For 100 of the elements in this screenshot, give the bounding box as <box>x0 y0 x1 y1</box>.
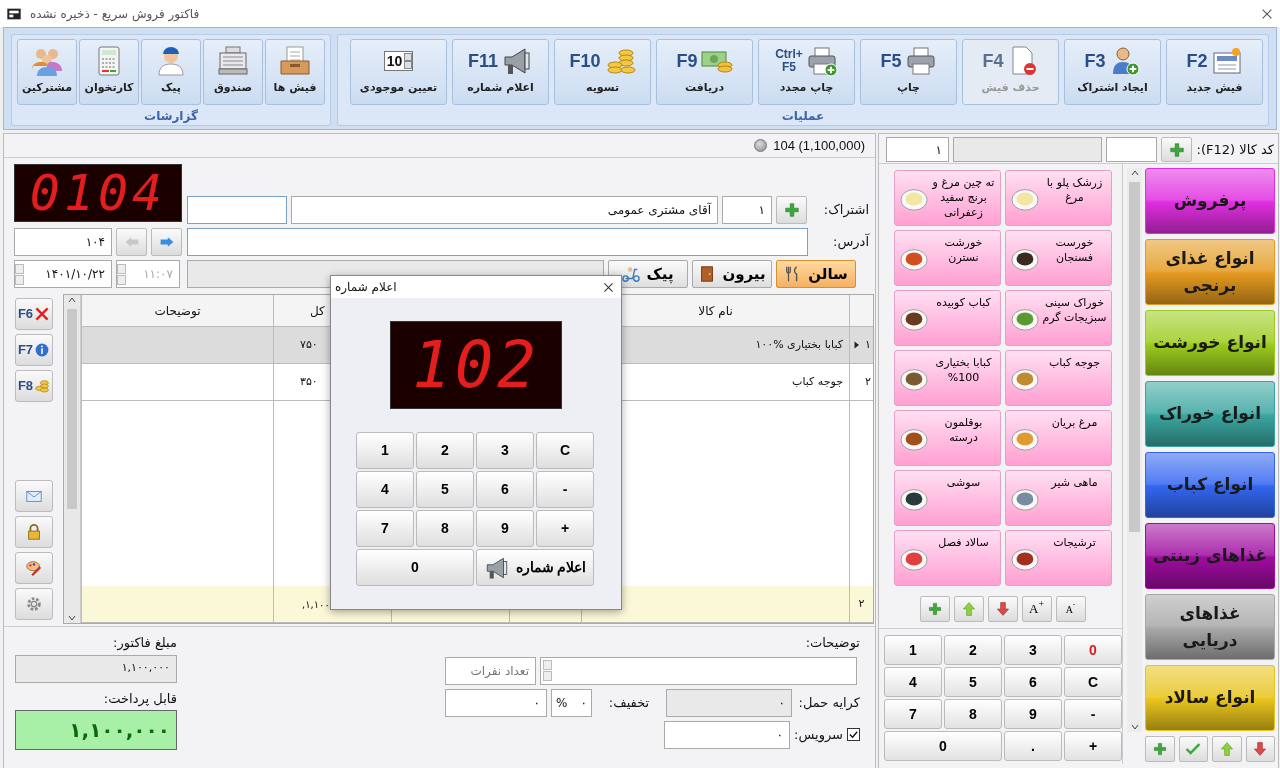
printer-icon <box>904 45 937 77</box>
add-button[interactable] <box>776 196 807 224</box>
date-field[interactable]: ۱۴۰۱/۱۰/۲۲ <box>14 260 112 288</box>
row-number: ۱ <box>865 336 871 353</box>
shipping-field[interactable]: ۰ <box>666 688 792 717</box>
toolbar-button[interactable] <box>1212 736 1242 762</box>
product-button[interactable]: سالاد فصل <box>894 530 1001 586</box>
shortcut-button[interactable]: F7 <box>15 334 53 366</box>
keypad-key[interactable]: 5 <box>416 471 474 508</box>
ribbon-button[interactable]: صندوق <box>203 39 263 105</box>
keypad-key[interactable]: + <box>1064 731 1122 761</box>
product-button[interactable]: ترشیجات <box>1005 530 1112 586</box>
quantity-field[interactable]: ۱ <box>886 137 949 162</box>
keypad-key[interactable]: 4 <box>356 471 414 508</box>
ribbon-button[interactable]: پیک <box>141 39 201 105</box>
subscription-code-field[interactable]: ۱ <box>722 196 772 224</box>
toolbar-button[interactable] <box>953 596 984 622</box>
keypad-key[interactable]: C <box>1064 667 1122 697</box>
product-button[interactable]: ته چین مرغ و برنج سفید زعفرانی <box>894 170 1001 226</box>
keypad-key[interactable]: 6 <box>1004 667 1062 697</box>
keypad-key[interactable]: 3 <box>476 432 534 469</box>
keypad-key[interactable]: - <box>536 471 594 508</box>
keypad-key[interactable]: + <box>536 510 594 547</box>
keypad-key[interactable]: 6 <box>476 471 534 508</box>
toolbar-button[interactable] <box>987 596 1018 622</box>
product-button[interactable]: خورشت نسترن <box>894 230 1001 286</box>
order-type-button[interactable]: پیک <box>608 260 688 288</box>
order-type-button[interactable]: سالن <box>776 260 856 288</box>
people-count-field[interactable]: تعداد نفرات <box>445 656 536 685</box>
keypad-key[interactable]: 0 <box>1064 635 1122 665</box>
keypad-key[interactable]: . <box>1004 731 1062 761</box>
toolbar-button[interactable] <box>1145 736 1175 762</box>
product-button[interactable]: ماهی شیر <box>1005 470 1112 526</box>
shortcut-button[interactable]: F8 <box>15 370 53 402</box>
category-button[interactable]: انواع غذای برنجی <box>1145 239 1275 305</box>
font-size-button[interactable]: A$^{+}$ <box>1021 596 1052 622</box>
product-button[interactable]: زرشک پلو با مرغ <box>1005 170 1112 226</box>
discount-percent-field[interactable]: % ۰ <box>551 688 592 717</box>
shortcut-key: F4 <box>982 52 1004 70</box>
product-button[interactable]: خورست فسنجان <box>1005 230 1112 286</box>
keypad-key[interactable]: 2 <box>416 432 474 469</box>
font-size-button[interactable]: A$^{-}$ <box>1055 596 1086 622</box>
notes-field[interactable] <box>540 656 857 685</box>
ribbon-button[interactable]: مشترکین <box>17 39 77 105</box>
input-field[interactable] <box>953 137 1102 162</box>
category-button[interactable]: انواع کباب <box>1145 452 1275 518</box>
product-button[interactable]: بوقلمون درسته <box>894 410 1001 466</box>
scrollbar[interactable] <box>64 295 81 623</box>
number-field[interactable]: ۱۰۴ <box>14 228 112 256</box>
shortcut-button[interactable]: F6 <box>15 298 53 330</box>
tool-button[interactable] <box>15 588 53 620</box>
keypad-key[interactable]: 8 <box>416 510 474 547</box>
customer-name-field[interactable]: آقای مشتری عمومی <box>291 196 718 224</box>
tool-button[interactable] <box>15 480 53 512</box>
tool-button[interactable] <box>15 552 53 584</box>
keypad-key[interactable]: 8 <box>944 699 1002 729</box>
keypad-key[interactable]: 9 <box>1004 699 1062 729</box>
add-button[interactable] <box>1161 137 1192 162</box>
keypad-key[interactable]: C <box>536 432 594 469</box>
address-field[interactable] <box>187 228 808 256</box>
category-button[interactable]: انواع خورشت <box>1145 310 1275 376</box>
scrollbar[interactable] <box>1127 168 1142 732</box>
announce-button[interactable]: اعلام شماره <box>476 549 594 586</box>
category-button[interactable]: انواع سالاد <box>1145 665 1275 731</box>
product-button[interactable]: مرغ بریان <box>1005 410 1112 466</box>
service-checkbox[interactable] <box>847 728 860 741</box>
keypad-key[interactable]: 0 <box>884 731 1002 761</box>
ribbon-button[interactable]: کارتخوان <box>79 39 139 105</box>
ribbon-button[interactable]: فیش ها <box>265 39 325 105</box>
keypad-key[interactable]: 1 <box>884 635 942 665</box>
keypad-key[interactable]: 5 <box>944 667 1002 697</box>
keypad-key[interactable]: 7 <box>884 699 942 729</box>
input-field[interactable] <box>187 196 287 224</box>
tool-button[interactable] <box>15 516 53 548</box>
scrollbar-thumb[interactable] <box>1129 182 1140 532</box>
keypad-key[interactable]: 9 <box>476 510 534 547</box>
toolbar-button[interactable] <box>1178 736 1208 762</box>
product-button[interactable]: کباب کوبیده <box>894 290 1001 346</box>
product-code-field[interactable] <box>1106 137 1157 162</box>
discount-amount-field[interactable]: ۰ <box>445 688 547 717</box>
product-button[interactable]: جوجه کباب <box>1005 350 1112 406</box>
keypad-key[interactable]: 2 <box>944 635 1002 665</box>
product-button[interactable]: کبابا بختیاری 100% <box>894 350 1001 406</box>
keypad-key[interactable]: 7 <box>356 510 414 547</box>
category-button[interactable]: انواع خوراک <box>1145 381 1275 447</box>
toolbar-button[interactable] <box>1245 736 1275 762</box>
service-field[interactable]: ۰ <box>664 720 790 749</box>
order-type-button[interactable]: بیرون <box>692 260 772 288</box>
keypad-key[interactable]: 3 <box>1004 635 1062 665</box>
toolbar-button[interactable] <box>919 596 950 622</box>
keypad-key[interactable]: 1 <box>356 432 414 469</box>
forward-button[interactable] <box>151 228 182 256</box>
product-button[interactable]: خوراک سینی سبزیجات گرم <box>1005 290 1112 346</box>
product-button[interactable]: سوشی <box>894 470 1001 526</box>
category-button[interactable]: غذاهای دریایی <box>1145 594 1275 660</box>
category-button[interactable]: پرفروش <box>1145 168 1275 234</box>
scrollbar-thumb[interactable] <box>67 309 77 509</box>
keypad-key[interactable]: 0 <box>356 549 474 586</box>
keypad-key[interactable]: - <box>1064 699 1122 729</box>
keypad-key[interactable]: 4 <box>884 667 942 697</box>
